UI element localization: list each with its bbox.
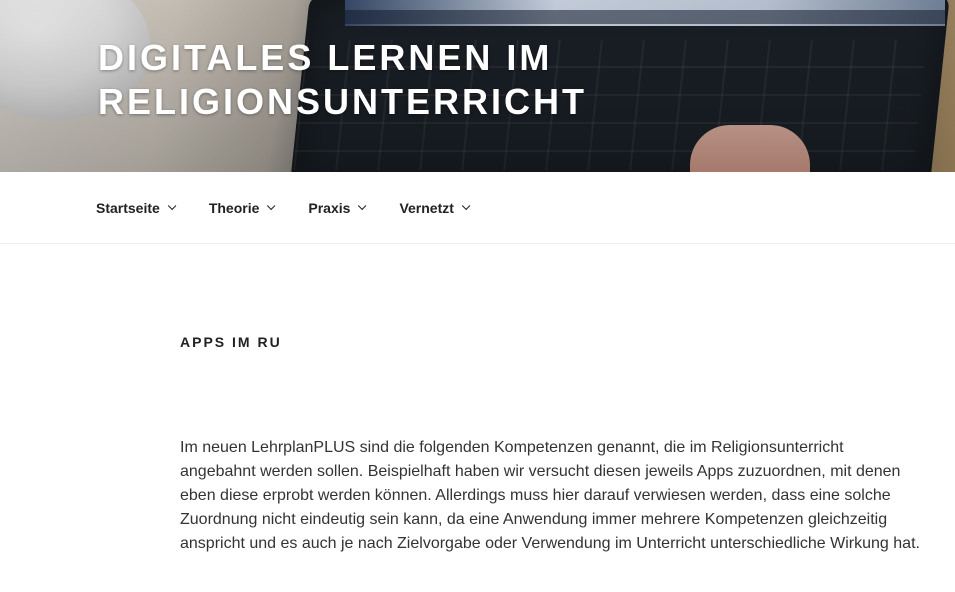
site-title-line2[interactable]: RELIGIONSUNTERRICHT — [98, 81, 587, 122]
nav-item-praxis[interactable]: Praxis — [308, 200, 367, 216]
page-title: APPS IM RU — [180, 334, 282, 350]
chevron-down-icon[interactable] — [167, 201, 177, 211]
nav-item-label[interactable]: Praxis — [308, 200, 350, 216]
site-title-line1[interactable]: DIGITALES LERNEN IM — [98, 37, 552, 78]
nav-item-label[interactable]: Vernetzt — [399, 200, 453, 216]
nav-item-label[interactable]: Theorie — [209, 200, 260, 216]
nav-item-startseite[interactable]: Startseite — [96, 200, 177, 216]
chevron-down-icon[interactable] — [267, 201, 276, 211]
chevron-down-icon[interactable] — [358, 201, 367, 211]
nav-item-theorie[interactable]: Theorie — [209, 200, 276, 216]
main-navigation: Startseite Theorie Praxis Vernetzt — [0, 172, 955, 244]
nav-item-label[interactable]: Startseite — [96, 200, 160, 216]
intro-paragraph: Im neuen LehrplanPLUS sind die folgenden… — [180, 439, 920, 552]
site-title[interactable]: DIGITALES LERNEN IM RELIGIONSUNTERRICHT — [98, 36, 798, 124]
nav-menu: Startseite Theorie Praxis Vernetzt — [96, 200, 503, 216]
main-content: APPS IM RU Im neuen LehrplanPLUS sind di… — [180, 330, 920, 552]
site-header: DIGITALES LERNEN IM RELIGIONSUNTERRICHT — [0, 0, 955, 172]
chevron-down-icon[interactable] — [461, 201, 471, 211]
nav-item-vernetzt[interactable]: Vernetzt — [399, 200, 471, 216]
